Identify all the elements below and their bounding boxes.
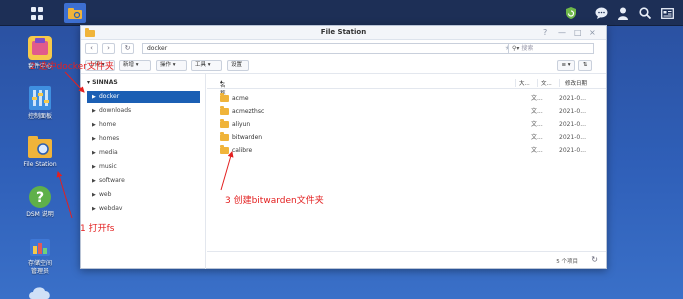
annotation-arrows (56, 71, 234, 219)
arrow-step-3 (220, 151, 234, 191)
arrow-step-1 (56, 171, 73, 219)
arrow-step-2 (64, 71, 85, 93)
